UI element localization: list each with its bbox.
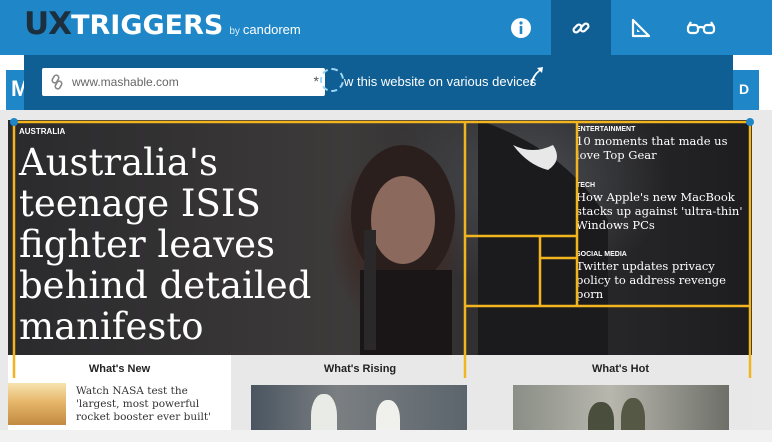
glasses-button[interactable] (671, 0, 731, 55)
url-input[interactable] (72, 68, 292, 96)
set-square-icon (631, 18, 651, 37)
hero-headline[interactable]: Australia's teenage ISIS fighter leaves … (19, 142, 379, 347)
side-story-title[interactable]: 10 moments that made us love Top Gear (576, 134, 752, 162)
side-story-category: ENTERTAINMENT (576, 126, 636, 133)
link-button[interactable] (551, 0, 611, 55)
logo-ux: UX (24, 6, 72, 42)
url-field[interactable]: * (42, 68, 325, 96)
hero-story[interactable]: AUSTRALIA Australia's teenage ISIS fight… (8, 120, 752, 355)
column-whats-rising: What's Rising (231, 355, 489, 442)
column-heading[interactable]: What's New (8, 363, 231, 375)
info-icon (511, 17, 531, 38)
side-story-social-media[interactable]: SOCIAL MEDIA Twitter updates privacy pol… (576, 251, 752, 301)
preview-instruction: w this website on various devices (344, 74, 537, 89)
url-panel: * w this website on various devices (24, 55, 733, 110)
story-thumbnail[interactable] (8, 383, 66, 425)
ruler-button[interactable] (611, 0, 671, 55)
side-story-entertainment[interactable]: ENTERTAINMENT 10 moments that made us lo… (576, 126, 752, 162)
link-icon (51, 74, 63, 90)
column-heading[interactable]: What's Rising (231, 363, 489, 375)
side-story-tech[interactable]: TECH How Apple's new MacBook stacks up a… (576, 182, 752, 232)
story-title[interactable]: Watch NASA test the 'largest, most power… (76, 385, 226, 424)
arrow-cursor-icon (530, 67, 543, 85)
link-icon (572, 21, 590, 34)
logo-brand: candorem (242, 22, 301, 37)
side-story-category: TECH (576, 182, 596, 189)
logo-triggers: TRIGGERS (71, 10, 224, 41)
loading-spinner-icon (320, 68, 344, 92)
column-whats-hot: What's Hot (489, 355, 752, 442)
glasses-icon (686, 20, 716, 34)
site-header-fragment: D (739, 81, 750, 97)
column-heading[interactable]: What's Hot (489, 363, 752, 375)
required-star: * (313, 73, 319, 89)
side-story-title[interactable]: Twitter updates privacy policy to addres… (576, 259, 752, 301)
side-story-title[interactable]: How Apple's new MacBook stacks up agains… (576, 190, 752, 232)
column-whats-new: What's New Watch NASA test the 'largest,… (8, 355, 231, 442)
toolbar: UX TRIGGERS by candorem (0, 0, 772, 55)
app-logo[interactable]: UX TRIGGERS by candorem (24, 6, 301, 46)
side-story-category: SOCIAL MEDIA (576, 251, 627, 258)
bottom-strip (0, 430, 772, 442)
hero-category: AUSTRALIA (19, 127, 66, 136)
logo-by: by (229, 26, 240, 37)
info-button[interactable] (491, 0, 551, 55)
